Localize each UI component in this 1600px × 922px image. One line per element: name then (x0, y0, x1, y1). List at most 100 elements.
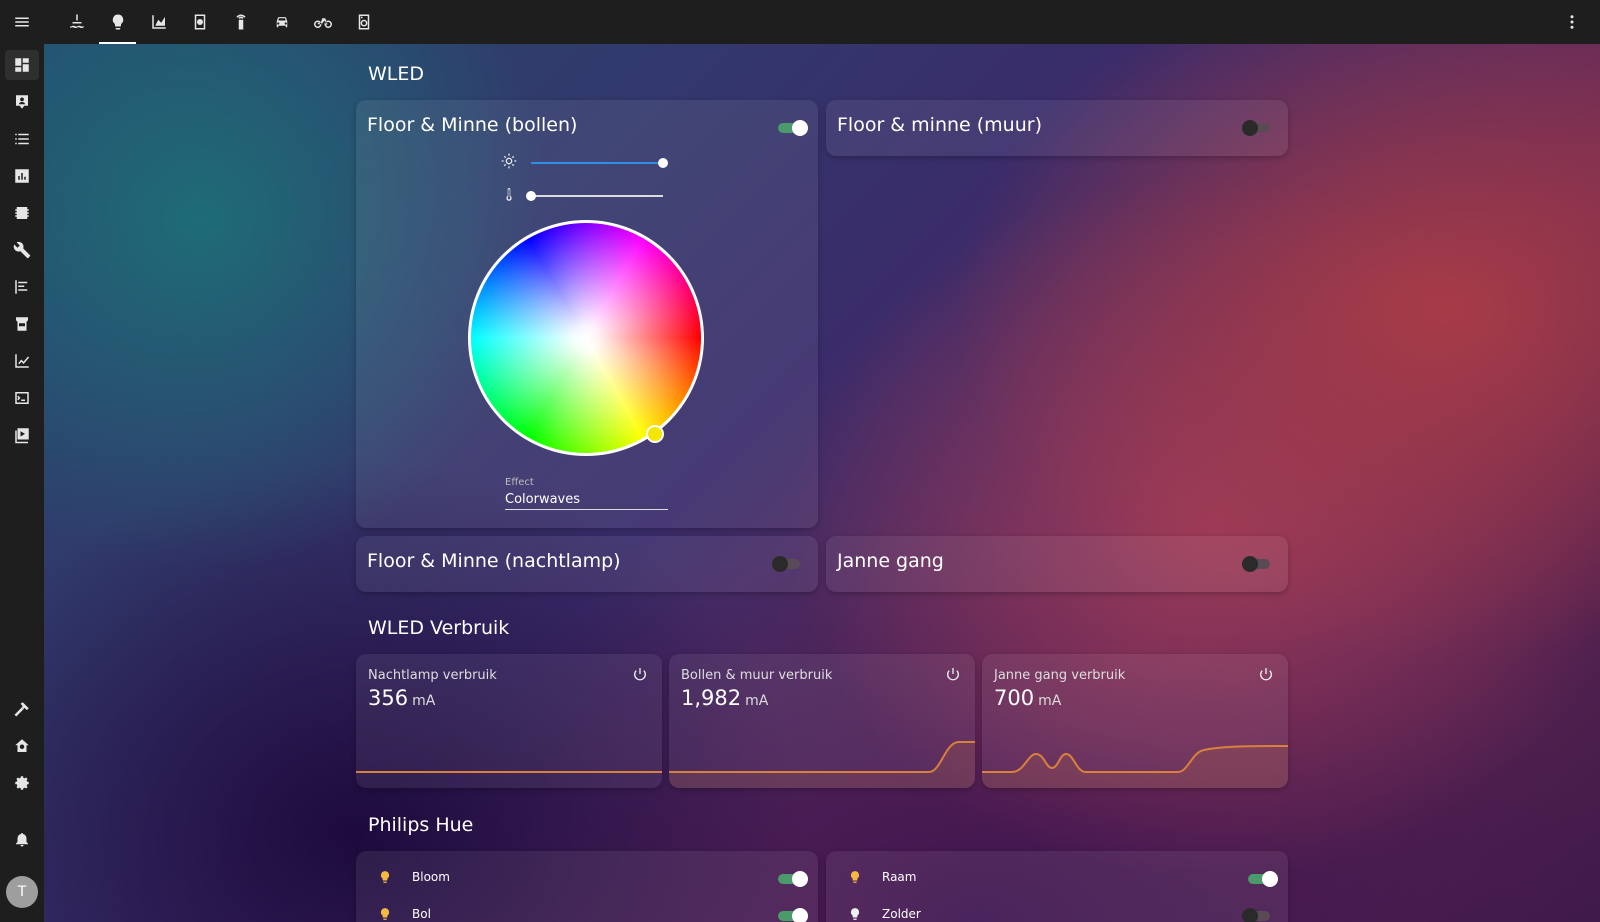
remote-icon (236, 14, 245, 30)
sidebar-item-notifications[interactable] (5, 824, 39, 854)
tab-energy-chart[interactable] (138, 0, 179, 44)
sensor-sparkline (356, 771, 662, 773)
effect-select[interactable]: Colorwaves (505, 492, 668, 510)
home-settings-icon (15, 739, 29, 752)
sensor-card-janne-gang[interactable]: Janne gang verbruik 700 mA (982, 654, 1288, 788)
history-icon (15, 169, 29, 183)
sidebar-item-overview[interactable] (5, 50, 39, 80)
lightbulb-icon (380, 908, 390, 920)
hue-toggle-bloom[interactable] (776, 871, 808, 887)
menu-button[interactable] (0, 0, 44, 44)
hue-light-name: Bloom (412, 870, 450, 884)
light-toggle-nachtlamp[interactable] (772, 556, 804, 572)
sidebar: T (0, 44, 44, 922)
hue-card-right: Raam Zolder (826, 851, 1288, 922)
tab-remote[interactable] (220, 0, 261, 44)
sidebar-item-home-settings[interactable] (5, 731, 39, 761)
light-name: Janne gang (837, 550, 944, 572)
sidebar-item-hacs[interactable] (5, 309, 39, 339)
hue-light-zolder: Zolder (848, 906, 921, 922)
color-temp-slider-handle[interactable] (526, 191, 536, 201)
power-icon (634, 668, 646, 681)
dashboard-icon (15, 58, 29, 72)
brightness-icon (501, 153, 517, 169)
section-title-verbruik: WLED Verbruik (368, 617, 510, 639)
wrench-icon (13, 241, 31, 259)
area-chart-icon (151, 15, 166, 29)
sidebar-item-todo[interactable] (5, 272, 39, 302)
car-icon (276, 17, 287, 28)
sensor-sparkline (669, 741, 975, 788)
power-icon (1260, 668, 1272, 681)
sensor-name: Bollen & muur verbruik (681, 668, 833, 683)
todo-list-icon (15, 280, 28, 294)
brightness-slider-track[interactable] (531, 162, 663, 164)
light-toggle-bollen[interactable] (776, 120, 808, 136)
light-toggle-janne-gang[interactable] (1242, 556, 1274, 572)
hue-toggle-bol[interactable] (776, 908, 808, 922)
tab-water-heater[interactable] (56, 0, 97, 44)
hue-light-raam: Raam (848, 869, 916, 885)
light-card-janne-gang: Janne gang (826, 536, 1288, 592)
hue-light-bol: Bol (378, 906, 431, 922)
light-name: Floor & Minne (nachtlamp) (367, 550, 621, 572)
section-title-hue: Philips Hue (368, 814, 474, 836)
sensor-value: 356 mA (368, 686, 436, 710)
sidebar-item-hammer[interactable] (5, 694, 39, 724)
sidebar-item-map[interactable] (5, 87, 39, 117)
hue-light-name: Raam (882, 870, 917, 884)
sensor-sparkline (982, 745, 1288, 788)
sidebar-item-media[interactable] (5, 420, 39, 450)
sensor-value: 700 mA (994, 686, 1062, 710)
map-icon (16, 95, 28, 109)
effect-label: Effect (505, 477, 534, 488)
light-card-nachtlamp: Floor & Minne (nachtlamp) (356, 536, 818, 592)
color-wheel[interactable] (468, 220, 704, 456)
settings-icon (15, 776, 29, 790)
sidebar-item-statistics[interactable] (5, 346, 39, 376)
top-toolbar (0, 0, 1600, 44)
bell-icon (16, 833, 28, 847)
light-name: Floor & minne (muur) (837, 114, 1042, 136)
tab-washing-machine[interactable] (343, 0, 384, 44)
hacs-icon (16, 317, 28, 331)
sidebar-item-terminal[interactable] (5, 383, 39, 413)
sidebar-item-logbook[interactable] (5, 124, 39, 154)
light-toggle-muur[interactable] (1242, 120, 1274, 136)
sidebar-item-energy[interactable] (5, 198, 39, 228)
color-wheel-marker[interactable] (646, 425, 664, 443)
more-vertical-icon (1570, 15, 1574, 29)
sidebar-item-settings[interactable] (5, 768, 39, 798)
robot-vacuum-icon (194, 14, 205, 30)
user-avatar[interactable]: T (6, 876, 38, 908)
hue-light-name: Zolder (882, 907, 921, 921)
power-icon (947, 668, 959, 681)
hamburger-menu-icon (15, 17, 29, 27)
sensor-card-bollen-muur[interactable]: Bollen & muur verbruik 1,982 mA (669, 654, 975, 788)
color-temp-slider-track[interactable] (531, 195, 663, 197)
tab-bicycle[interactable] (302, 0, 343, 44)
sidebar-item-history[interactable] (5, 161, 39, 191)
thermometer-icon (506, 188, 512, 201)
hue-toggle-zolder[interactable] (1242, 908, 1274, 922)
sensor-name: Nachtlamp verbruik (368, 668, 497, 683)
lightbulb-icon (850, 908, 860, 920)
sensor-card-nachtlamp[interactable]: Nachtlamp verbruik 356 mA (356, 654, 662, 788)
view-tabs (56, 0, 384, 44)
hue-card-left: Bloom Bol (356, 851, 818, 922)
tab-car[interactable] (261, 0, 302, 44)
tab-lights[interactable] (97, 0, 138, 44)
hue-light-bloom: Bloom (378, 869, 450, 885)
energy-icon (15, 207, 29, 219)
sensor-value: 1,982 mA (681, 686, 769, 710)
lightbulb-icon (850, 871, 860, 883)
more-options-button[interactable] (1562, 12, 1582, 32)
hue-light-name: Bol (412, 907, 431, 921)
sidebar-item-developer-tools[interactable] (5, 235, 39, 265)
light-name: Floor & Minne (bollen) (367, 114, 578, 136)
media-icon (15, 428, 29, 444)
hue-toggle-raam[interactable] (1246, 871, 1278, 887)
brightness-slider-handle[interactable] (658, 158, 668, 168)
dashboard-background (44, 44, 1600, 922)
tab-vacuum[interactable] (179, 0, 220, 44)
